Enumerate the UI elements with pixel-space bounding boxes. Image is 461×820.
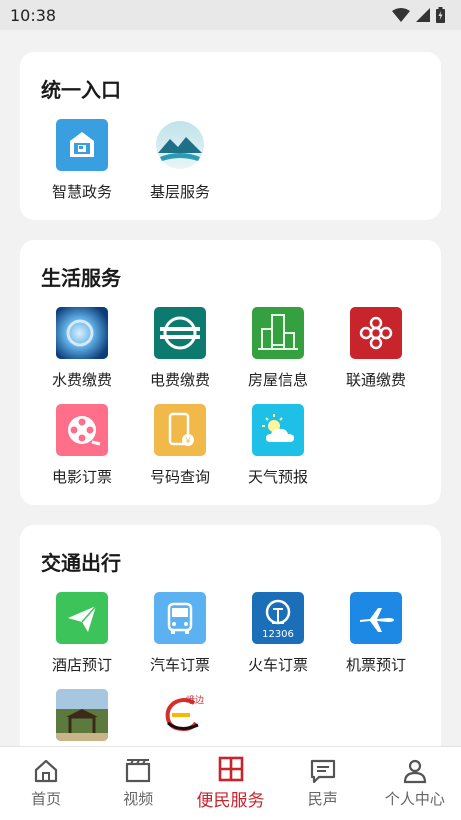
service-electric-bill[interactable]: 电费缴费 [131, 307, 229, 390]
service-scenic-spot[interactable] [33, 689, 131, 746]
service-label: 火车订票 [247, 656, 308, 674]
railway-12306-icon: 12306 [252, 592, 304, 644]
service-grassroots[interactable]: 基层服务 [131, 119, 229, 202]
grid-icon [218, 756, 243, 782]
airplane-icon [350, 592, 402, 644]
scenic-gate-icon [56, 689, 108, 741]
train-badge-text: 12306 [262, 629, 294, 640]
section-transportation: 交通出行 酒店预订 汽车订票 12306 火车订票 机票预订 峨边 [20, 525, 441, 746]
svg-text:¥: ¥ [185, 437, 190, 446]
service-label: 联通缴费 [345, 371, 406, 389]
service-train-tickets[interactable]: 12306 火车订票 [229, 592, 327, 675]
bus-icon [154, 592, 206, 644]
service-bus-tickets[interactable]: 汽车订票 [131, 592, 229, 675]
service-weather[interactable]: 天气预报 [229, 404, 327, 487]
phone-lookup-icon: ¥ [154, 404, 206, 456]
status-bar: 10:38 [0, 0, 461, 30]
tab-services[interactable]: 便民服务 [184, 747, 276, 820]
message-icon [310, 759, 335, 784]
tab-label: 首页 [31, 790, 62, 808]
service-content[interactable]: 统一入口 智慧政务 基层服务 生活服务 水费缴费 电费缴费 房屋信息 联通缴费 … [0, 30, 461, 746]
service-label: 天气预报 [247, 468, 308, 486]
home-icon [34, 759, 58, 783]
service-hotel-booking[interactable]: 酒店预订 [33, 592, 131, 675]
section-title: 统一入口 [41, 78, 121, 102]
wifi-icon [392, 8, 410, 22]
signal-icon [416, 8, 430, 22]
bottom-tab-bar: 首页 视频 便民服务 民声 个人中心 [0, 746, 461, 820]
service-unicom-bill[interactable]: 联通缴费 [327, 307, 425, 390]
paper-plane-icon [56, 592, 108, 644]
service-smart-government[interactable]: 智慧政务 [33, 119, 131, 202]
section-title: 生活服务 [41, 266, 121, 290]
tab-label: 视频 [123, 790, 154, 808]
service-housing-info[interactable]: 房屋信息 [229, 307, 327, 390]
service-number-lookup[interactable]: ¥ 号码查询 [131, 404, 229, 487]
service-ebian-travel[interactable]: 峨边 [131, 689, 229, 746]
service-label: 基层服务 [149, 183, 210, 201]
service-label: 号码查询 [149, 468, 210, 486]
tab-public-voice[interactable]: 民声 [277, 747, 369, 820]
unicom-knot-icon [350, 307, 402, 359]
building-icon [252, 307, 304, 359]
state-grid-icon [154, 307, 206, 359]
battery-icon [436, 7, 445, 23]
status-icons [392, 7, 445, 23]
water-icon [56, 307, 108, 359]
tab-video[interactable]: 视频 [92, 747, 184, 820]
service-label: 电费缴费 [149, 371, 210, 389]
e-logo-text: 峨边 [185, 696, 204, 706]
weather-icon [252, 404, 304, 456]
service-label: 电影订票 [51, 468, 112, 486]
status-time: 10:38 [10, 5, 57, 25]
service-flight-booking[interactable]: 机票预订 [327, 592, 425, 675]
section-unified-entry: 统一入口 智慧政务 基层服务 [20, 52, 441, 220]
service-label: 酒店预订 [51, 656, 112, 674]
tab-profile[interactable]: 个人中心 [369, 747, 461, 820]
e-logo-icon: 峨边 [154, 689, 206, 741]
service-label: 水费缴费 [51, 371, 112, 389]
service-movie-tickets[interactable]: 电影订票 [33, 404, 131, 487]
gov-building-icon [56, 119, 108, 171]
tab-label: 便民服务 [196, 791, 265, 811]
section-life-services: 生活服务 水费缴费 电费缴费 房屋信息 联通缴费 电影订票 ¥ 号码查询 天气预… [20, 240, 441, 505]
tab-label: 民声 [307, 790, 338, 808]
film-reel-icon [56, 404, 108, 456]
mountain-logo-icon [154, 119, 206, 171]
service-label: 汽车订票 [149, 656, 210, 674]
person-icon [403, 759, 427, 784]
service-label: 智慧政务 [51, 183, 112, 201]
service-label: 机票预订 [345, 656, 406, 674]
tab-home[interactable]: 首页 [0, 747, 92, 820]
tab-label: 个人中心 [384, 790, 445, 808]
service-water-bill[interactable]: 水费缴费 [33, 307, 131, 390]
service-label: 房屋信息 [247, 371, 308, 389]
section-title: 交通出行 [41, 551, 121, 575]
video-icon [126, 759, 151, 783]
